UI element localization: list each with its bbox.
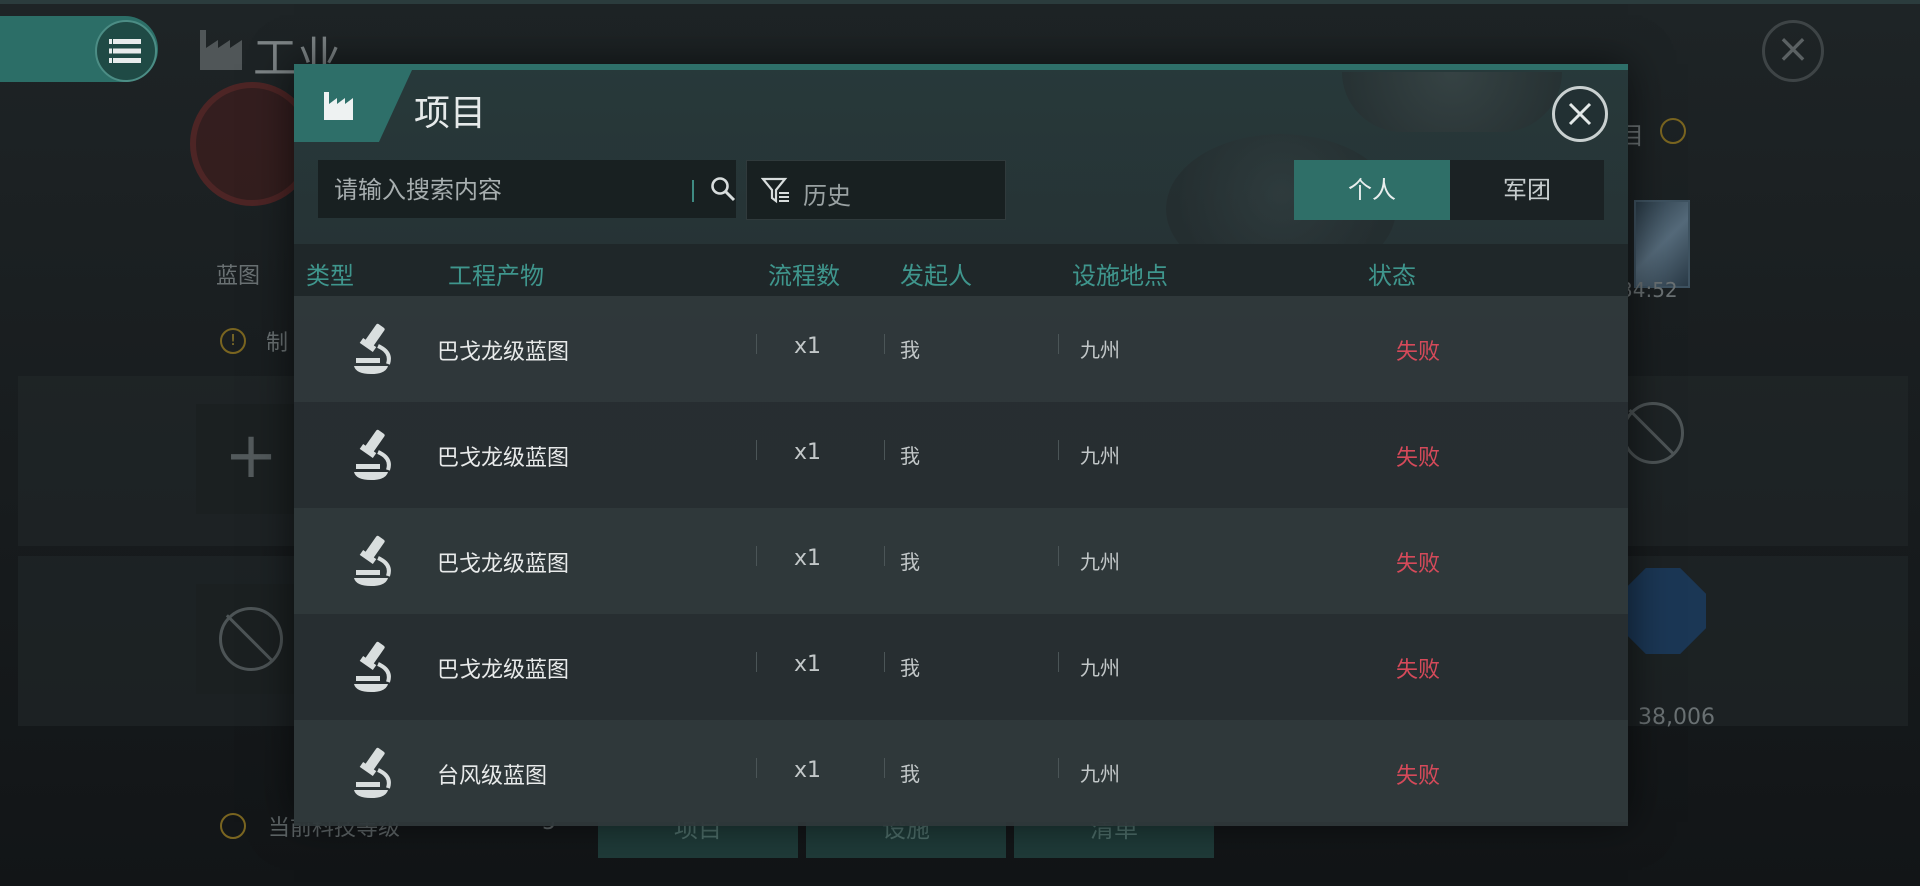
column-header-product: 工程产物 [448, 262, 544, 290]
row-initiator: 我 [900, 338, 920, 362]
column-header-location: 设施地点 [1072, 262, 1168, 290]
column-separator [1058, 440, 1059, 460]
row-status: 失败 [1396, 552, 1441, 577]
table-row[interactable]: 巴戈龙级蓝图 x1 我 九州 失败 [294, 296, 1628, 402]
history-filter[interactable]: 历史 [746, 160, 1006, 220]
filter-icon [761, 177, 789, 204]
factory-icon [324, 92, 353, 120]
warning-icon-bottom [220, 813, 246, 839]
microscope-icon [354, 535, 391, 586]
microscope-icon [354, 747, 391, 798]
row-type-icon [348, 322, 398, 376]
microscope-icon [354, 641, 391, 692]
table-row[interactable]: 巴戈龙级蓝图 x1 我 九州 失败 [294, 508, 1628, 614]
background-timer: 34:52 [1620, 278, 1678, 302]
table-row[interactable]: 巴戈龙级蓝图 x1 我 九州 失败 [294, 402, 1628, 508]
column-separator [756, 758, 757, 778]
column-separator [1058, 334, 1059, 354]
row-location: 九州 [1080, 762, 1120, 786]
column-header-status: 状态 [1368, 262, 1416, 290]
column-header-initiator: 发起人 [900, 262, 972, 290]
microscope-icon [354, 429, 391, 480]
row-product: 巴戈龙级蓝图 [437, 340, 570, 365]
column-header-type: 类型 [306, 262, 354, 290]
tab-personal[interactable]: 个人 [1294, 160, 1450, 220]
column-separator [756, 652, 757, 672]
column-separator [884, 440, 885, 460]
column-separator [884, 334, 885, 354]
column-separator [1058, 758, 1059, 778]
row-runs: x1 [794, 334, 822, 359]
row-runs: x1 [794, 440, 822, 465]
factory-icon [200, 30, 242, 70]
column-separator [756, 334, 757, 354]
background-number: 38,006 [1638, 705, 1715, 730]
search-icon[interactable] [710, 176, 736, 202]
table-row[interactable]: 台风级蓝图 x1 我 九州 失败 [294, 720, 1628, 826]
column-header-runs: 流程数 [768, 262, 840, 290]
tab-legion[interactable]: 军团 [1450, 160, 1604, 220]
row-product: 巴戈龙级蓝图 [437, 552, 570, 577]
row-location: 九州 [1080, 656, 1120, 680]
add-slot-plus-icon[interactable]: + [196, 404, 306, 514]
row-product: 台风级蓝图 [437, 764, 548, 789]
row-type-icon [348, 640, 398, 694]
row-status: 失败 [1396, 764, 1441, 789]
modal-header: 项目 [294, 70, 1628, 146]
row-initiator: 我 [900, 444, 920, 468]
background-close-icon[interactable]: × [1762, 20, 1824, 82]
row-runs: x1 [794, 652, 822, 677]
row-type-icon [348, 746, 398, 800]
ship-thumbnail [1634, 200, 1690, 288]
row-product: 巴戈龙级蓝图 [437, 658, 570, 683]
row-status: 失败 [1396, 340, 1441, 365]
row-location: 九州 [1080, 338, 1120, 362]
warning-icon-right [1660, 118, 1686, 144]
column-separator [1058, 546, 1059, 566]
row-location: 九州 [1080, 444, 1120, 468]
background-top-line [0, 0, 1920, 4]
projects-modal: 项目 历史 个人 军团 类型 工程产物 流程数 发起人 设施地点 [294, 64, 1628, 826]
modal-title: 项目 [414, 93, 487, 134]
filter-label: 历史 [803, 182, 851, 210]
column-separator [884, 546, 885, 566]
column-separator [756, 440, 757, 460]
menu-button[interactable] [95, 20, 157, 82]
column-separator [884, 758, 885, 778]
table-header: 类型 工程产物 流程数 发起人 设施地点 状态 [294, 244, 1628, 296]
row-runs: x1 [794, 546, 822, 571]
row-product: 巴戈龙级蓝图 [437, 446, 570, 471]
search-box [318, 160, 736, 220]
column-separator [1058, 652, 1059, 672]
research-badge-icon [1620, 568, 1706, 654]
hamburger-icon [109, 39, 141, 63]
blocked-icon-right [1622, 402, 1684, 464]
row-type-icon [348, 534, 398, 588]
blocked-slot-icon [196, 584, 306, 694]
row-status: 失败 [1396, 446, 1441, 471]
row-initiator: 我 [900, 762, 920, 786]
row-status: 失败 [1396, 658, 1441, 683]
row-initiator: 我 [900, 550, 920, 574]
row-location: 九州 [1080, 550, 1120, 574]
table-row[interactable]: 巴戈龙级蓝图 x1 我 九州 失败 [294, 614, 1628, 720]
column-separator [884, 652, 885, 672]
microscope-icon [354, 323, 391, 374]
warning-icon: ! [220, 328, 246, 354]
header-tag [294, 70, 412, 142]
search-input[interactable] [318, 160, 666, 220]
row-initiator: 我 [900, 656, 920, 680]
background-make-label: 制 [266, 331, 289, 356]
search-divider [692, 180, 694, 202]
column-separator [756, 546, 757, 566]
row-runs: x1 [794, 758, 822, 783]
row-type-icon [348, 428, 398, 482]
close-button[interactable] [1552, 86, 1608, 142]
background-blueprint-label: 蓝图 [216, 264, 261, 289]
close-icon [1568, 102, 1592, 126]
